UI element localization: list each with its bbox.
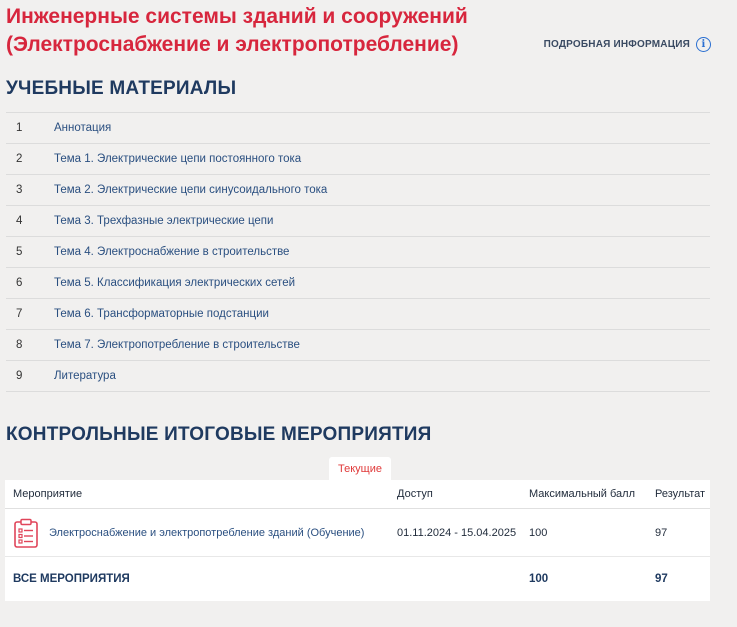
more-info-link[interactable]: ПОДРОБНАЯ ИНФОРМАЦИЯ i [544,37,711,52]
item-number: 4 [16,215,23,227]
total-result: 97 [655,573,668,585]
list-item: 1 Аннотация [6,113,710,144]
events-table: Мероприятие Доступ Максимальный балл Рез… [5,480,710,601]
more-info-label: ПОДРОБНАЯ ИНФОРМАЦИЯ [543,39,690,50]
item-number: 6 [16,277,23,289]
material-link[interactable]: Литература [54,370,116,382]
clipboard-list-icon [14,518,38,548]
total-label: ВСЕ МЕРОПРИЯТИЯ [13,573,130,585]
item-number: 3 [16,184,23,196]
material-link[interactable]: Тема 4. Электроснабжение в строительстве [54,246,289,258]
event-cell: Электроснабжение и электропотребление зд… [5,508,397,557]
tab-current[interactable]: Текущие [329,457,391,480]
total-max-score: 100 [529,573,549,585]
materials-heading: УЧЕБНЫЕ МАТЕРИАЛЫ [6,78,237,99]
column-header-result: Результат [655,480,710,509]
list-item: 3 Тема 2. Электрические цепи синусоидаль… [6,175,710,206]
list-item: 5 Тема 4. Электроснабжение в строительст… [6,237,710,268]
total-access-cell [397,557,529,602]
page-title: Инженерные системы зданий и сооружений (… [6,5,468,56]
item-number: 9 [16,370,23,382]
item-number: 8 [16,339,23,351]
events-heading: КОНТРОЛЬНЫЕ ИТОГОВЫЕ МЕРОПРИЯТИЯ [6,424,432,445]
list-item: 4 Тема 3. Трехфазные электрические цепи [6,206,710,237]
total-row: ВСЕ МЕРОПРИЯТИЯ 100 97 [5,557,710,602]
result-cell: 97 [655,508,710,557]
item-number: 5 [16,246,23,258]
materials-list: 1 Аннотация 2 Тема 1. Электрические цепи… [6,112,710,392]
list-item: 7 Тема 6. Трансформаторные подстанции [6,299,710,330]
max-score-cell: 100 [529,508,655,557]
item-number: 1 [16,122,23,134]
column-header-event: Мероприятие [5,480,397,509]
table-row: Электроснабжение и электропотребление зд… [5,508,710,557]
item-number: 7 [16,308,23,320]
access-cell: 01.11.2024 - 15.04.2025 [397,508,529,557]
material-link[interactable]: Тема 3. Трехфазные электрические цепи [54,215,273,227]
list-item: 6 Тема 5. Классификация электрических се… [6,268,710,299]
material-link[interactable]: Аннотация [54,122,111,134]
list-item: 2 Тема 1. Электрические цепи постоянного… [6,144,710,175]
material-link[interactable]: Тема 7. Электропотребление в строительст… [54,339,300,351]
item-number: 2 [16,153,23,165]
column-header-access: Доступ [397,480,529,509]
material-link[interactable]: Тема 5. Классификация электрических сете… [54,277,295,289]
column-header-max-score: Максимальный балл [529,480,655,509]
material-link[interactable]: Тема 2. Электрические цепи синусоидально… [54,184,327,196]
material-link[interactable]: Тема 1. Электрические цепи постоянного т… [54,153,301,165]
list-item: 8 Тема 7. Электропотребление в строитель… [6,330,710,361]
material-link[interactable]: Тема 6. Трансформаторные подстанции [54,308,269,320]
event-link[interactable]: Электроснабжение и электропотребление зд… [49,527,364,539]
info-icon: i [696,37,711,52]
list-item: 9 Литература [6,361,710,392]
table-header-row: Мероприятие Доступ Максимальный балл Рез… [5,480,710,509]
